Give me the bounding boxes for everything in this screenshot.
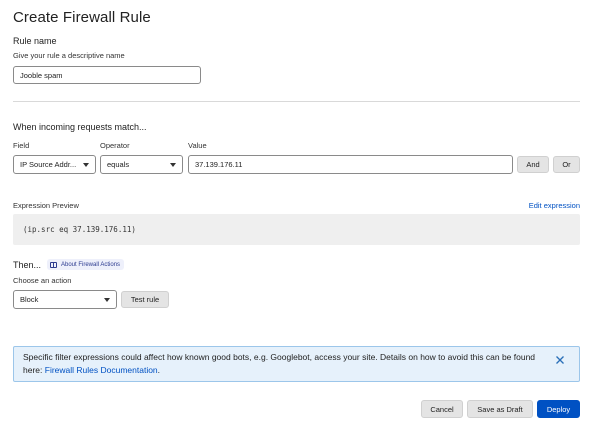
then-heading: Then...: [13, 260, 42, 270]
banner-end: .: [157, 365, 161, 375]
expression-preview-box: (ip.src eq 37.139.176.11): [13, 214, 580, 245]
test-rule-button[interactable]: Test rule: [121, 291, 169, 308]
save-as-draft-button[interactable]: Save as Draft: [467, 400, 533, 418]
about-firewall-actions-link[interactable]: About Firewall Actions: [47, 259, 125, 270]
action-select-value: Block: [20, 295, 39, 304]
expression-text: (ip.src eq 37.139.176.11): [23, 225, 136, 234]
book-icon: [50, 261, 57, 268]
field-select[interactable]: IP Source Addr...: [13, 155, 96, 174]
value-input-value: 37.139.176.11: [195, 160, 243, 169]
field-select-value: IP Source Addr...: [20, 160, 77, 169]
or-button[interactable]: Or: [553, 156, 580, 173]
expression-preview-label: Expression Preview: [13, 201, 79, 210]
rule-name-value: Jooble spam: [20, 70, 63, 80]
info-banner: Specific filter expressions could affect…: [13, 346, 580, 382]
action-select[interactable]: Block: [13, 290, 117, 309]
rule-name-hint: Give your rule a descriptive name: [13, 51, 125, 60]
value-label: Value: [188, 141, 207, 150]
section-divider: [13, 101, 580, 102]
caret-down-icon: [170, 162, 176, 167]
rule-name-label: Rule name: [13, 36, 57, 46]
page-title: Create Firewall Rule: [13, 9, 151, 26]
operator-select-value: equals: [107, 160, 130, 169]
and-button[interactable]: And: [517, 156, 549, 173]
edit-expression-link[interactable]: Edit expression: [529, 201, 580, 210]
firewall-docs-link[interactable]: Firewall Rules Documentation: [45, 365, 158, 375]
operator-label: Operator: [100, 141, 130, 150]
value-input[interactable]: 37.139.176.11: [188, 155, 513, 174]
cancel-button[interactable]: Cancel: [421, 400, 463, 418]
about-firewall-actions-label: About Firewall Actions: [61, 261, 121, 268]
rule-name-input[interactable]: Jooble spam: [13, 66, 201, 84]
choose-action-label: Choose an action: [13, 276, 72, 285]
operator-select[interactable]: equals: [100, 155, 183, 174]
caret-down-icon: [83, 162, 89, 167]
field-label: Field: [13, 141, 30, 150]
match-heading: When incoming requests match...: [13, 122, 147, 132]
deploy-button[interactable]: Deploy: [537, 400, 580, 418]
caret-down-icon: [104, 297, 110, 302]
close-icon[interactable]: [555, 355, 565, 365]
